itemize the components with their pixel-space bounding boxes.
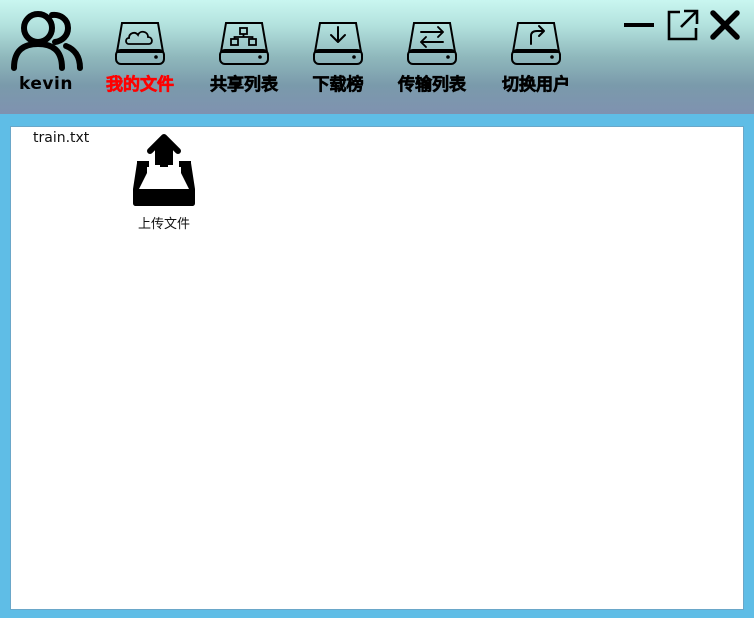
file-item[interactable]: train.txt: [33, 130, 89, 146]
download-drive-icon: [313, 22, 363, 65]
nav-label: 共享列表: [210, 75, 279, 96]
transfer-drive-icon: [407, 22, 457, 65]
users-icon: [11, 11, 83, 71]
upload-label: 上传文件: [137, 217, 190, 232]
nav-download-rank[interactable]: 下载榜: [290, 20, 386, 100]
maximize-button[interactable]: [666, 8, 700, 42]
user-name: kevin: [19, 74, 73, 94]
share-network-drive-icon: [219, 22, 269, 65]
nav-label: 我的文件: [106, 75, 175, 96]
upload-file-button[interactable]: 上传文件: [123, 131, 205, 232]
file-area: train.txt 上传文件: [10, 126, 744, 610]
nav-share-list[interactable]: 共享列表: [196, 20, 292, 100]
app-window: kevin 我的文件 共享列表 下载榜 传输列表 切换用户 train.txt …: [0, 0, 754, 618]
close-icon: [710, 10, 740, 40]
switch-user-drive-icon: [511, 22, 561, 65]
external-link-icon: [667, 9, 699, 41]
nav-transfer-list[interactable]: 传输列表: [384, 20, 480, 100]
top-toolbar: kevin 我的文件 共享列表 下载榜 传输列表 切换用户: [0, 0, 754, 114]
upload-tray-icon: [133, 134, 195, 206]
nav-label: 切换用户: [502, 75, 571, 96]
minimize-button[interactable]: [622, 8, 656, 42]
minimize-icon: [624, 23, 654, 27]
nav-label: 传输列表: [398, 75, 467, 96]
cloud-drive-icon: [115, 22, 165, 65]
nav-switch-user[interactable]: 切换用户: [488, 20, 584, 100]
close-button[interactable]: [708, 8, 742, 42]
nav-my-files[interactable]: 我的文件: [92, 20, 188, 100]
nav-label: 下载榜: [312, 75, 364, 96]
user-profile[interactable]: kevin: [6, 8, 86, 98]
